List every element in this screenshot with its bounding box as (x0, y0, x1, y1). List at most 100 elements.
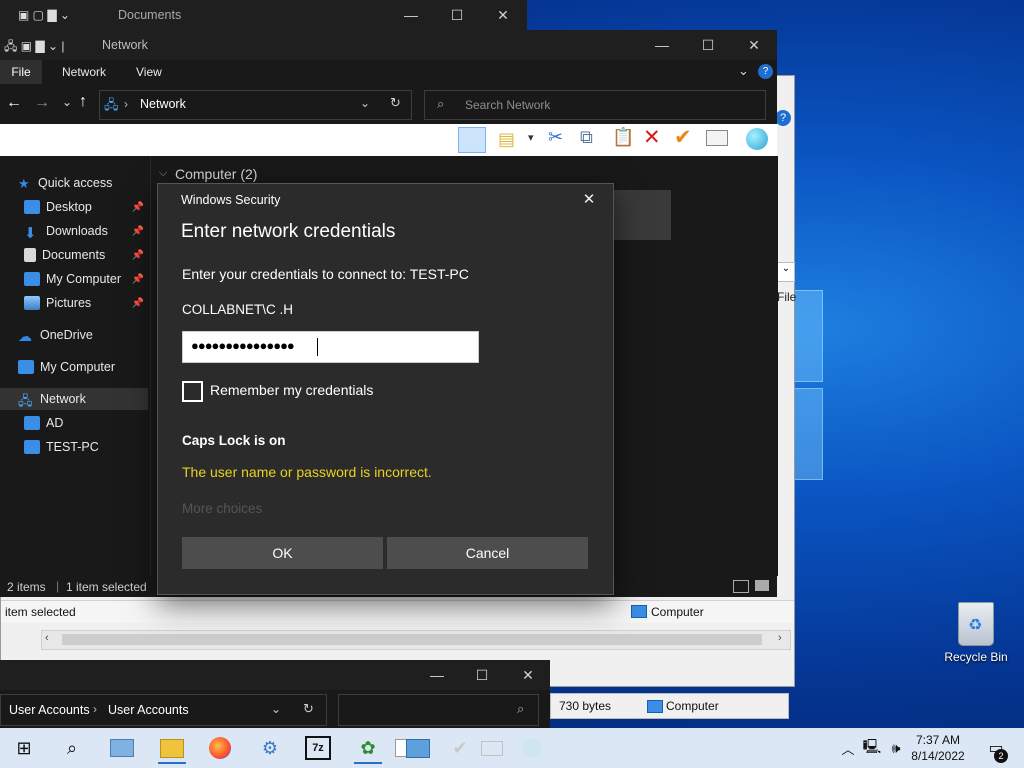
user-accounts-address-bar[interactable]: User Accounts › User Accounts ⌄ ↻ (0, 694, 327, 726)
search-box[interactable]: ⌕ Search Network (424, 90, 766, 120)
address-dropdown-icon[interactable]: ⌄ (360, 96, 370, 110)
close-button[interactable]: ✕ (731, 30, 777, 60)
help-icon[interactable]: ? (775, 110, 791, 126)
network-tool-icon[interactable]: ✿ (354, 734, 382, 764)
forward-arrow-icon[interactable]: → (34, 94, 50, 112)
group-collapse-icon[interactable]: ⌵ (159, 167, 167, 180)
paste-icon[interactable]: 📋 (612, 127, 634, 148)
pin-icon[interactable]: 📌 (132, 226, 144, 237)
cancel-button[interactable]: Cancel (387, 537, 588, 569)
file-explorer-icon[interactable] (158, 734, 186, 764)
close-button[interactable]: ✕ (480, 0, 526, 30)
nav-desktop[interactable]: Desktop 📌 (24, 196, 148, 218)
maximize-button[interactable]: ☐ (685, 30, 731, 60)
horizontal-scrollbar[interactable]: ‹ › (41, 630, 791, 650)
ribbon-collapse-icon[interactable]: ⌄ (738, 63, 749, 79)
notification-badge: 2 (994, 749, 1008, 763)
more-choices-link[interactable]: More choices (182, 501, 262, 516)
firefox-icon[interactable] (206, 734, 234, 762)
pin-icon[interactable]: 📌 (132, 250, 144, 261)
pin-icon[interactable]: 📌 (132, 274, 144, 285)
selected-item-tile[interactable] (611, 190, 671, 240)
nav-documents[interactable]: Documents 📌 (24, 244, 148, 266)
user-accounts-taskbar-icon[interactable] (404, 734, 432, 762)
remember-credentials-checkbox[interactable] (182, 381, 203, 402)
user-accounts-window[interactable]: — ☐ ✕ User Accounts › User Accounts ⌄ ↻ … (0, 660, 550, 728)
nav-ad[interactable]: AD (24, 412, 148, 434)
control-panel-icon[interactable]: ⚙ (256, 734, 284, 762)
start-button[interactable]: ⊞ (10, 734, 38, 762)
scrollbar-thumb[interactable] (62, 634, 762, 645)
password-field[interactable]: ●●●●●●●●●●●●●●● (182, 331, 479, 363)
tab-network[interactable]: Network (62, 65, 106, 79)
clock-date: 8/14/2022 (911, 749, 965, 763)
cut-icon[interactable]: ✂ (548, 127, 563, 148)
address-dropdown-icon[interactable]: ⌄ (271, 702, 281, 716)
breadcrumb-user-accounts-current[interactable]: User Accounts (108, 703, 189, 717)
refresh-icon[interactable]: ↻ (303, 701, 314, 717)
breadcrumb-user-accounts[interactable]: User Accounts (9, 703, 90, 717)
recycle-bin-shortcut[interactable]: ♻ Recycle Bin (940, 600, 1012, 670)
background-dropdown[interactable]: ⌄ (777, 262, 795, 282)
nav-my-computer[interactable]: My Computer (18, 356, 166, 378)
group-header: Computer (2) (175, 166, 258, 182)
nav-onedrive[interactable]: ☁ OneDrive (18, 324, 166, 346)
search-icon[interactable]: ⌕ (58, 734, 86, 762)
network-window-titlebar[interactable]: 🖧 ▣ ▇ ⌄ | Network — ☐ ✕ (0, 30, 777, 60)
nav-downloads[interactable]: ⬇ Downloads 📌 (24, 220, 148, 242)
help-icon[interactable]: ? (758, 64, 773, 79)
scroll-right-icon[interactable]: › (778, 632, 782, 644)
tiles-view-icon[interactable] (755, 580, 769, 591)
computer-icon (24, 272, 40, 286)
tab-view[interactable]: View (136, 65, 162, 79)
breadcrumb-separator-icon: › (93, 702, 97, 716)
new-folder-icon[interactable]: ▤ (498, 129, 515, 150)
nav-my-computer-pinned[interactable]: My Computer 📌 (24, 268, 148, 290)
tab-file[interactable]: File (0, 60, 42, 84)
back-arrow-icon[interactable]: ← (6, 94, 22, 112)
star-icon: ★ (18, 176, 30, 191)
address-bar[interactable]: 🖧 › Network ⌄ ↻ (99, 90, 412, 120)
rename-icon[interactable] (706, 130, 728, 146)
nav-quick-access[interactable]: ★ Quick access (18, 172, 166, 194)
scroll-left-icon[interactable]: ‹ (45, 632, 49, 644)
documents-window-titlebar[interactable]: ▣ ▢ ▇ ⌄ Documents — ☐ ✕ (0, 0, 527, 31)
nav-label: AD (46, 416, 64, 430)
clock[interactable]: 7:37 AM 8/14/2022 (906, 732, 970, 764)
refresh-icon[interactable]: ↻ (390, 95, 401, 111)
ok-button[interactable]: OK (182, 537, 383, 569)
minimize-button[interactable]: — (639, 30, 685, 60)
faded-window-icon[interactable] (478, 734, 506, 762)
faded-check-icon[interactable]: ✔ (446, 734, 474, 762)
capslock-warning: Caps Lock is on (182, 433, 286, 448)
remember-credentials-label[interactable]: Remember my credentials (210, 382, 373, 398)
maximize-button[interactable]: ☐ (459, 660, 505, 690)
copy-icon[interactable]: ⧉ (580, 127, 593, 148)
dialog-close-button[interactable]: ✕ (577, 190, 601, 212)
dropdown-icon[interactable]: ▾ (528, 131, 534, 144)
search-icon: ⌕ (437, 96, 445, 111)
nav-network[interactable]: 🖧 Network (0, 388, 148, 410)
taskbar-app-icon[interactable] (108, 734, 136, 762)
7zip-icon[interactable]: 7z (304, 734, 332, 762)
nav-label: OneDrive (40, 328, 93, 342)
minimize-button[interactable]: — (414, 660, 460, 690)
pin-icon[interactable]: 📌 (132, 298, 144, 309)
globe-icon[interactable] (746, 128, 768, 150)
minimize-button[interactable]: — (388, 0, 434, 30)
pin-icon[interactable]: 📌 (132, 202, 144, 213)
close-button[interactable]: ✕ (505, 660, 551, 690)
nav-test-pc[interactable]: TEST-PC (24, 436, 148, 458)
maximize-button[interactable]: ☐ (434, 0, 480, 30)
background-status-selected: item selected (5, 605, 76, 619)
details-view-icon[interactable] (733, 580, 749, 593)
delete-icon[interactable]: ✕ (643, 125, 661, 150)
user-accounts-search-box[interactable]: ⌕ (338, 694, 539, 726)
user-accounts-titlebar[interactable]: — ☐ ✕ (0, 660, 550, 690)
preview-pane-icon[interactable] (458, 127, 486, 153)
recent-locations-icon[interactable]: ⌄ (62, 95, 72, 109)
checkmark-icon[interactable]: ✔ (674, 125, 692, 150)
faded-globe-icon[interactable] (518, 734, 546, 762)
nav-pictures[interactable]: Pictures 📌 (24, 292, 148, 314)
up-arrow-icon[interactable]: ↑ (79, 93, 87, 111)
